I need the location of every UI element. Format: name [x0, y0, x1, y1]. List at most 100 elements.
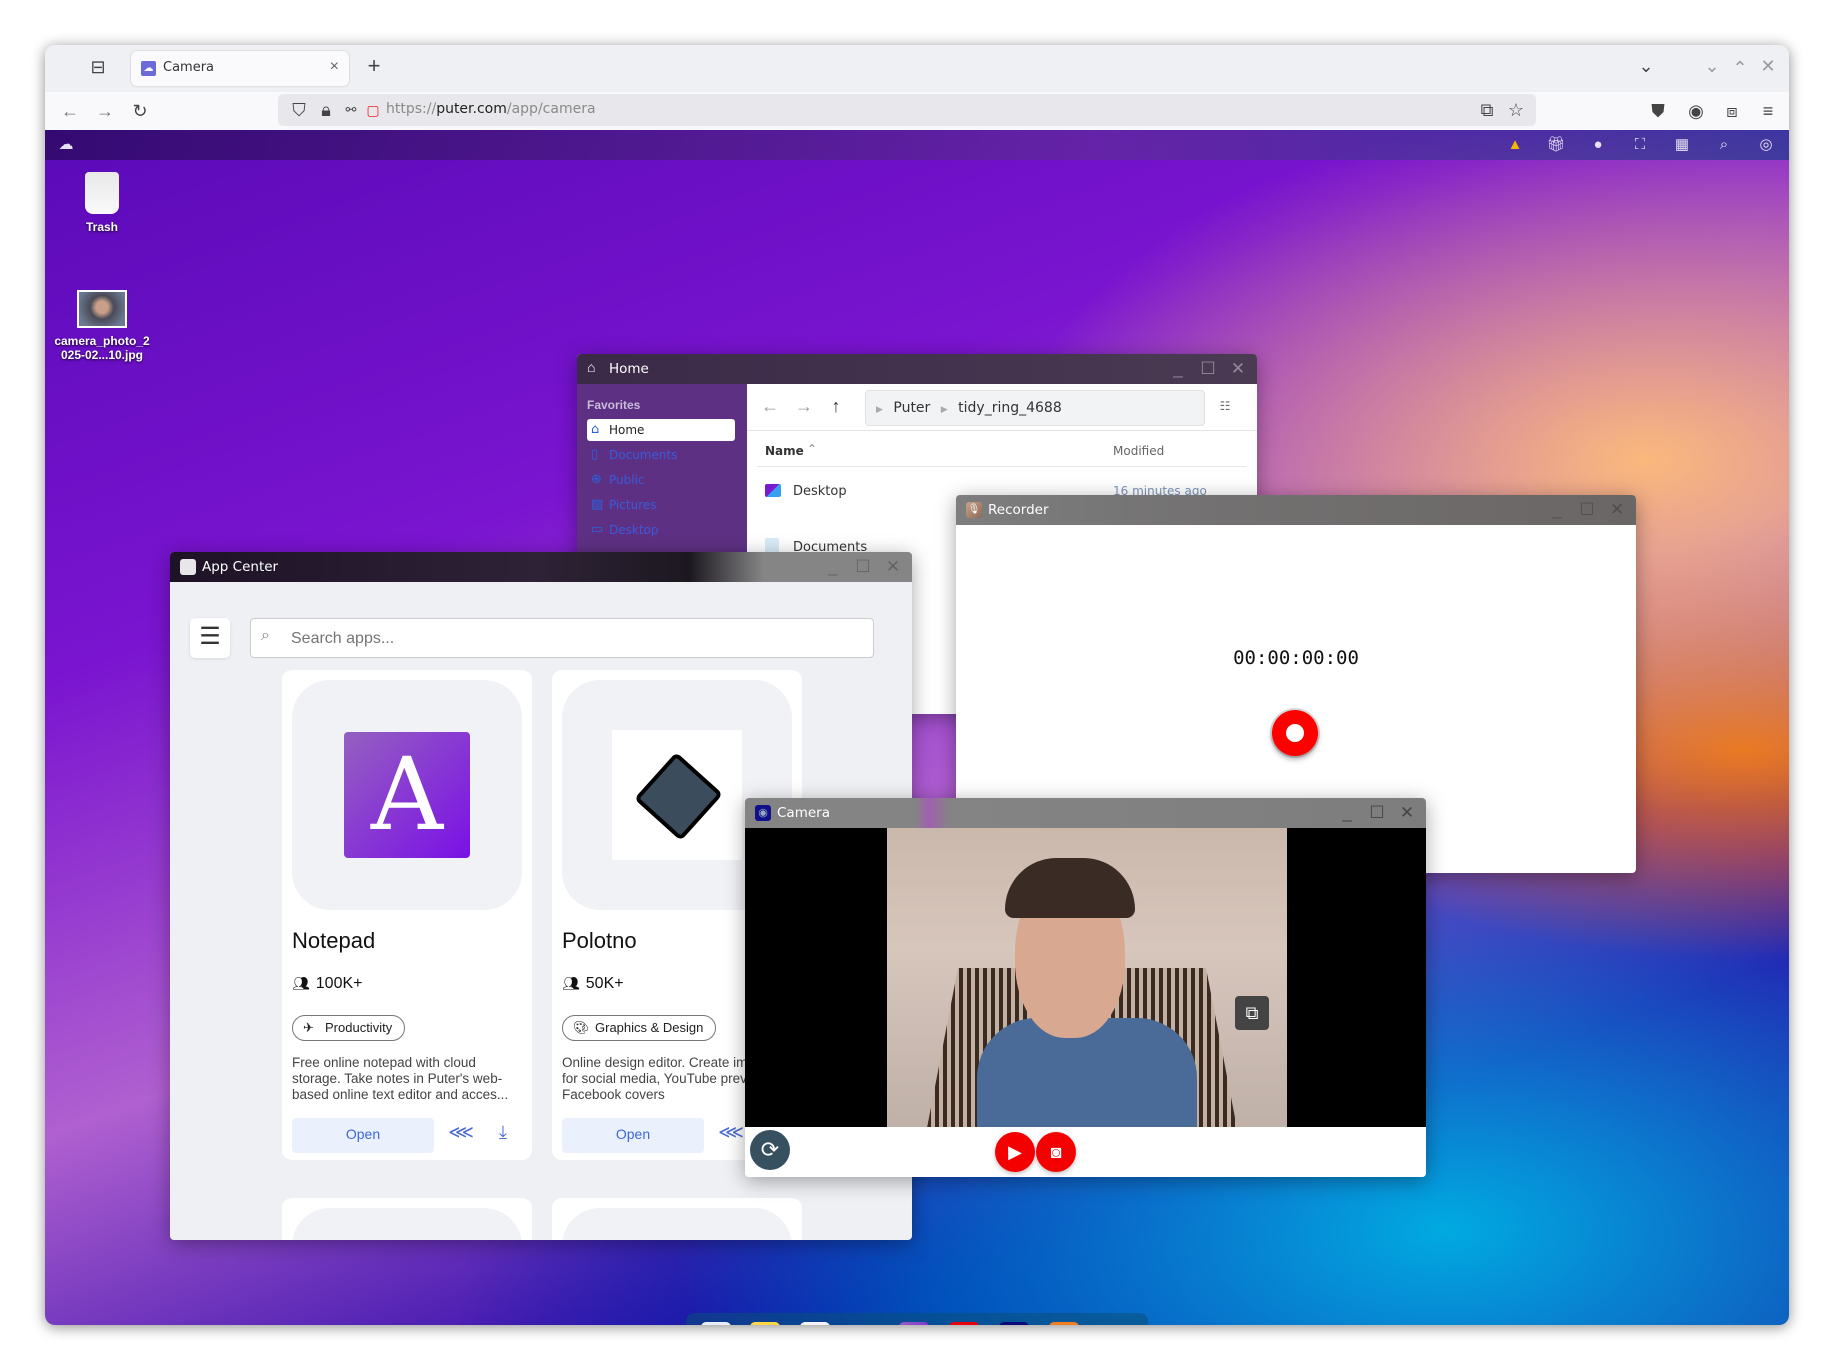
extensions-icon[interactable]: ⧈	[1719, 101, 1745, 121]
close-button[interactable]: ✕	[882, 556, 904, 578]
close-button[interactable]: ✕	[1227, 358, 1249, 380]
switch-camera-icon[interactable]: ⟳	[750, 1130, 790, 1170]
dock-camera[interactable]	[999, 1322, 1029, 1325]
recorder-titlebar[interactable]: 🎙︎ Recorder _ ☐ ✕	[956, 495, 1636, 525]
new-tab-button[interactable]: +	[361, 55, 387, 77]
menu-icon[interactable]: ≡	[1755, 101, 1781, 121]
breadcrumb: ▶ Puter ▶ tidy_ring_4688	[865, 390, 1205, 426]
puter-logo-icon[interactable]: ☁	[55, 135, 77, 155]
lock-icon[interactable]: 🔒︎	[313, 100, 339, 120]
list-all-tabs-icon[interactable]: ⌄	[1633, 56, 1659, 76]
category-tag[interactable]: 🎨︎ Graphics & Design	[562, 1015, 717, 1041]
column-name[interactable]: Name	[765, 444, 804, 458]
url-text: https://puter.com/app/camera	[386, 101, 596, 117]
app-icon-container	[292, 1208, 522, 1240]
sidebar-item-desktop[interactable]: ▭ Desktop	[587, 519, 735, 541]
camera-sharing-icon[interactable]: ▢	[360, 100, 386, 120]
maximize-button[interactable]: ☐	[1197, 358, 1219, 380]
minimize-button[interactable]: _	[1336, 802, 1358, 824]
camera-titlebar[interactable]: ◉ Camera _ ☐ ✕	[745, 798, 1426, 828]
sidebar-item-pictures[interactable]: ▨ Pictures	[587, 494, 735, 516]
sidebar-item-label: Documents	[609, 448, 678, 462]
warning-icon[interactable]: ▲	[1504, 135, 1526, 155]
dock-files[interactable]	[750, 1322, 780, 1325]
globe-icon: ⊕	[591, 472, 602, 487]
dock-trash[interactable]	[1099, 1322, 1129, 1325]
minimize-button[interactable]: _	[822, 556, 844, 578]
desktop-item-trash[interactable]: Trash	[47, 172, 157, 234]
share-icon[interactable]: ⋘	[718, 1122, 744, 1148]
close-tab-icon[interactable]: ×	[330, 58, 339, 76]
send-icon: ✈	[303, 1020, 314, 1035]
maximize-button[interactable]: ☐	[852, 556, 874, 578]
dock-code-editor[interactable]: </>	[949, 1322, 979, 1325]
search-apps-field[interactable]: ⌕	[250, 618, 874, 658]
fullscreen-icon[interactable]: ⛶	[1629, 135, 1651, 155]
search-apps-input[interactable]	[289, 625, 853, 653]
open-button[interactable]: Open	[292, 1118, 434, 1153]
tab-list-icon[interactable]: ⊟	[85, 57, 111, 77]
home-titlebar[interactable]: ⌂ Home _ ☐ ✕	[577, 354, 1257, 384]
bookmark-star-icon[interactable]: ☆	[1503, 100, 1529, 120]
app-card-notepad[interactable]: A Notepad 👥︎ 100K+ ✈ Productivity Free onl…	[282, 670, 532, 1160]
picture-in-picture-icon[interactable]: ⧉	[1235, 996, 1269, 1030]
open-button[interactable]: Open	[562, 1118, 704, 1153]
share-icon[interactable]: ⋘	[448, 1122, 474, 1148]
app-card-partial[interactable]	[282, 1198, 532, 1240]
url-bar[interactable]: ⛉ 🔒︎ ⚯ ▢ https://puter.com/app/camera ⧉ …	[278, 94, 1536, 126]
maximize-icon[interactable]: ⌃	[1727, 58, 1753, 78]
view-toggle-icon[interactable]: ☷	[1212, 396, 1238, 416]
tab-camera[interactable]: ☁ Camera ×	[131, 51, 349, 86]
column-modified[interactable]: Modified	[1113, 444, 1164, 458]
gift-icon[interactable]: 🎁︎	[1545, 135, 1567, 155]
minimize-icon[interactable]: ⌄	[1699, 56, 1725, 76]
user-count: 50K+	[585, 975, 624, 992]
app-card-partial[interactable]	[552, 1198, 802, 1240]
tab-bar: ⊟ ☁ Camera × + ⌄ ⌄ ⌃ ✕	[45, 45, 1789, 92]
palette-icon: 🎨︎	[573, 1020, 590, 1035]
record-video-button[interactable]: ▶	[995, 1132, 1035, 1172]
back-icon[interactable]: ←	[757, 396, 783, 416]
up-icon[interactable]: ↑	[823, 396, 849, 416]
breadcrumb-item[interactable]: tidy_ring_4688	[958, 400, 1062, 416]
pocket-icon[interactable]: ⛊	[1645, 101, 1671, 121]
dock-notepad[interactable]: A	[899, 1322, 929, 1325]
reload-icon[interactable]: ↻	[127, 101, 153, 121]
sidebar-item-home[interactable]: ⌂ Home	[587, 419, 735, 441]
close-button[interactable]: ✕	[1396, 802, 1418, 824]
minimize-button[interactable]: _	[1167, 358, 1189, 380]
close-button[interactable]: ✕	[1606, 499, 1628, 521]
dock-app-center[interactable]	[800, 1322, 830, 1325]
forward-icon[interactable]: →	[791, 396, 817, 416]
github-icon[interactable]: ●	[1587, 135, 1609, 155]
back-icon[interactable]: ←	[57, 101, 83, 121]
record-button[interactable]	[1272, 710, 1318, 756]
sidebar-item-documents[interactable]: ▯ Documents	[587, 444, 735, 466]
menu-hamburger-icon[interactable]: ☰	[190, 618, 230, 658]
install-icon[interactable]: ⤓	[490, 1122, 516, 1148]
sidebar-item-public[interactable]: ⊕ Public	[587, 469, 735, 491]
maximize-button[interactable]: ☐	[1576, 499, 1598, 521]
picture-in-picture-icon[interactable]: ⧉	[1474, 100, 1500, 120]
user-icon[interactable]: ◎	[1755, 135, 1777, 155]
forward-icon[interactable]: →	[92, 101, 118, 121]
breadcrumb-item[interactable]: Puter	[893, 400, 930, 416]
desktop-item-photo[interactable]: camera_photo_2 025-02...10.jpg	[47, 290, 157, 362]
dock-recorder[interactable]: 🎙︎	[1049, 1322, 1079, 1325]
shield-icon[interactable]: ⛉	[286, 100, 312, 120]
dock-dev-center[interactable]	[850, 1322, 880, 1325]
close-window-icon[interactable]: ✕	[1755, 56, 1781, 76]
qr-code-icon[interactable]: ▦	[1671, 135, 1693, 155]
sidebar-item-label: Desktop	[609, 523, 659, 537]
video-camera-icon: ▶	[1008, 1142, 1022, 1162]
minimize-button[interactable]: _	[1546, 499, 1568, 521]
polotno-shape	[634, 752, 723, 841]
app-center-titlebar[interactable]: App Center _ ☐ ✕	[170, 552, 912, 582]
maximize-button[interactable]: ☐	[1366, 802, 1388, 824]
window-title: Camera	[777, 805, 830, 821]
dock-app-launcher[interactable]	[701, 1322, 731, 1325]
category-tag[interactable]: ✈ Productivity	[292, 1015, 406, 1041]
account-icon[interactable]: ◉	[1683, 101, 1709, 121]
search-icon[interactable]: ⌕	[1713, 135, 1735, 155]
take-photo-button[interactable]: ◙	[1036, 1132, 1076, 1172]
